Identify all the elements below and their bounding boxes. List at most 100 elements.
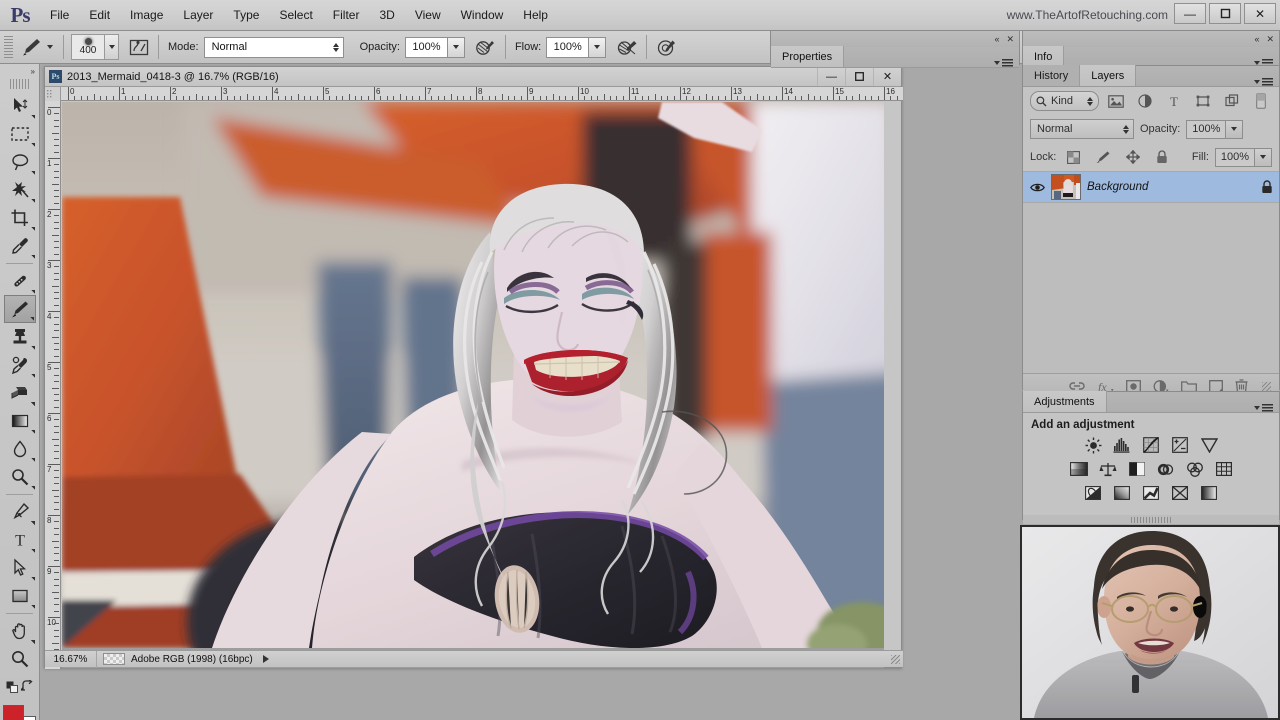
close-button[interactable]: ✕ [1244, 3, 1276, 24]
airbrush-icon[interactable] [615, 35, 639, 59]
toolbar-collapse-icon[interactable]: » [0, 64, 39, 79]
tool-history-brush[interactable] [4, 351, 36, 379]
lock-position-icon[interactable] [1121, 147, 1144, 167]
tool-lasso[interactable] [4, 148, 36, 176]
tab-adjustments[interactable]: Adjustments [1023, 391, 1107, 412]
horizontal-ruler[interactable]: 0 1 2 3 4 5 6 7 8 9 10 11 12 13 14 15 16 [45, 87, 903, 101]
document-image[interactable] [62, 102, 884, 648]
properties-panel-menu-icon[interactable] [994, 59, 1019, 67]
maximize-button[interactable] [1209, 3, 1241, 24]
shape-layer-filter-icon[interactable] [1192, 91, 1215, 111]
threshold-icon[interactable] [1141, 484, 1161, 502]
menu-item-help[interactable]: Help [513, 0, 558, 31]
tool-move[interactable] [4, 92, 36, 120]
default-colors-icon[interactable] [6, 681, 20, 694]
type-layer-filter-icon[interactable]: T [1163, 91, 1186, 111]
brush-preview[interactable]: 400 [71, 34, 105, 60]
ruler-origin[interactable] [45, 87, 61, 101]
color-balance-icon[interactable] [1098, 460, 1118, 478]
vertical-ruler[interactable]: 0 1 2 3 4 5 6 7 8 9 10 [45, 101, 61, 669]
document-maximize-button[interactable] [845, 67, 873, 86]
adjustment-layer-filter-icon[interactable] [1134, 91, 1157, 111]
instructor-video-overlay[interactable] [1020, 525, 1280, 720]
tool-blur[interactable] [4, 435, 36, 463]
tool-zoom[interactable] [4, 645, 36, 673]
tool-type[interactable]: T [4, 526, 36, 554]
collapse-icon[interactable]: « [1254, 34, 1259, 44]
layer-fill-dropdown-icon[interactable] [1254, 147, 1272, 167]
flow-value[interactable]: 100% [546, 36, 590, 58]
pixel-layer-filter-icon[interactable] [1105, 91, 1128, 111]
layer-visibility-icon[interactable] [1029, 182, 1045, 193]
flow-field-group[interactable]: 100% [546, 36, 607, 58]
tab-properties[interactable]: Properties [771, 46, 845, 67]
tool-crop[interactable] [4, 204, 36, 232]
status-expand-arrow-icon[interactable] [262, 655, 269, 663]
resize-grip[interactable] [891, 654, 900, 664]
brightness-contrast-icon[interactable] [1083, 436, 1103, 454]
collapse-icon[interactable]: « [994, 34, 999, 44]
adjustments-panel-grip[interactable] [1023, 515, 1279, 524]
tool-rectangular-marquee[interactable] [4, 120, 36, 148]
menu-item-image[interactable]: Image [120, 0, 173, 31]
menu-item-window[interactable]: Window [451, 0, 514, 31]
brush-tool-icon[interactable] [18, 35, 44, 59]
hue-saturation-icon[interactable] [1069, 460, 1089, 478]
document-title-bar[interactable]: Ps 2013_Mermaid_0418-3 @ 16.7% (RGB/16) … [45, 67, 901, 87]
options-bar-grip[interactable] [4, 36, 13, 58]
tool-gradient[interactable] [4, 407, 36, 435]
tool-dodge[interactable] [4, 463, 36, 491]
document-minimize-button[interactable]: — [817, 67, 845, 86]
lock-image-pixels-icon[interactable] [1092, 147, 1115, 167]
layer-blend-mode-select[interactable]: Normal [1030, 119, 1134, 139]
layers-panel-menu-icon[interactable] [1254, 78, 1279, 86]
pressure-opacity-icon[interactable] [474, 35, 498, 59]
curves-icon[interactable] [1141, 436, 1161, 454]
menu-item-3d[interactable]: 3D [369, 0, 404, 31]
gradient-map-icon[interactable] [1199, 484, 1219, 502]
layer-thumbnail[interactable] [1051, 174, 1081, 200]
layer-list-empty-area[interactable] [1023, 203, 1279, 373]
exposure-icon[interactable] [1170, 436, 1190, 454]
tool-magic-wand[interactable] [4, 176, 36, 204]
foreground-color-swatch[interactable] [2, 705, 24, 720]
tool-preset-chevron-icon[interactable] [44, 45, 56, 49]
photo-filter-icon[interactable] [1156, 460, 1176, 478]
black-white-icon[interactable] [1127, 460, 1147, 478]
close-icon[interactable]: ✕ [1006, 34, 1014, 45]
tool-hand[interactable] [4, 617, 36, 645]
color-lookup-icon[interactable] [1214, 460, 1234, 478]
tool-path-selection[interactable] [4, 554, 36, 582]
menu-item-file[interactable]: File [40, 0, 79, 31]
opacity-dropdown-icon[interactable] [447, 36, 465, 58]
layer-opacity-value[interactable]: 100% [1186, 119, 1227, 139]
blend-mode-select[interactable]: Normal [203, 36, 344, 58]
close-icon[interactable]: ✕ [1266, 34, 1274, 45]
tool-rectangle-shape[interactable] [4, 582, 36, 610]
layer-opacity-dropdown-icon[interactable] [1226, 119, 1244, 139]
tab-info[interactable]: Info [1023, 46, 1065, 67]
layer-kind-filter[interactable]: Kind [1030, 91, 1100, 111]
tool-pen[interactable] [4, 498, 36, 526]
tool-healing-brush[interactable] [4, 267, 36, 295]
lock-transparent-pixels-icon[interactable] [1062, 147, 1085, 167]
filter-toggle-switch[interactable] [1249, 91, 1272, 111]
channel-mixer-icon[interactable] [1185, 460, 1205, 478]
menu-item-filter[interactable]: Filter [323, 0, 370, 31]
swap-colors-icon[interactable] [21, 680, 34, 693]
opacity-field-group[interactable]: 100% [404, 36, 465, 58]
tab-layers[interactable]: Layers [1080, 65, 1137, 86]
tool-brush[interactable] [3, 295, 36, 323]
flow-dropdown-icon[interactable] [589, 36, 607, 58]
menu-item-view[interactable]: View [405, 0, 451, 31]
layer-fill-field[interactable]: 100% [1214, 147, 1272, 167]
layer-row-background[interactable]: Background [1023, 171, 1279, 203]
opacity-value[interactable]: 100% [404, 36, 448, 58]
tool-eyedropper[interactable] [4, 232, 36, 260]
tab-history[interactable]: History [1023, 65, 1081, 86]
brush-preset-chevron-icon[interactable] [105, 34, 119, 60]
brush-size-picker[interactable]: 400 [71, 34, 119, 60]
layer-name[interactable]: Background [1087, 181, 1148, 193]
vibrance-icon[interactable] [1199, 436, 1219, 454]
adjustments-panel-menu-icon[interactable] [1254, 404, 1279, 412]
